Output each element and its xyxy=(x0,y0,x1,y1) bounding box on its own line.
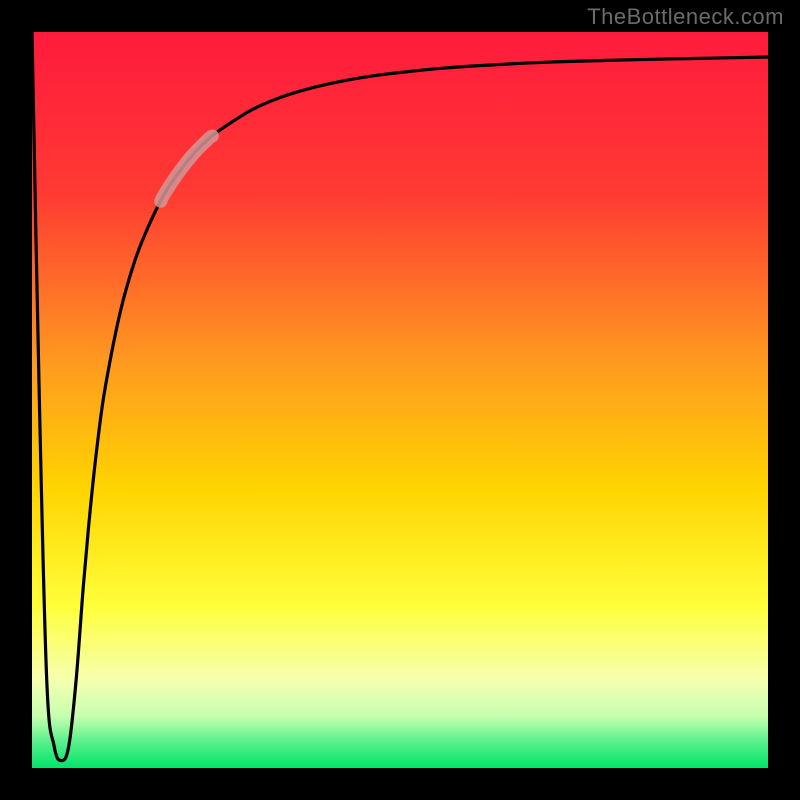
watermark-text: TheBottleneck.com xyxy=(587,4,784,30)
bottleneck-curve xyxy=(32,32,768,761)
curve-highlight xyxy=(161,136,213,201)
chart-frame: TheBottleneck.com xyxy=(0,0,800,800)
curve-layer xyxy=(32,32,768,768)
plot-area xyxy=(32,32,768,768)
